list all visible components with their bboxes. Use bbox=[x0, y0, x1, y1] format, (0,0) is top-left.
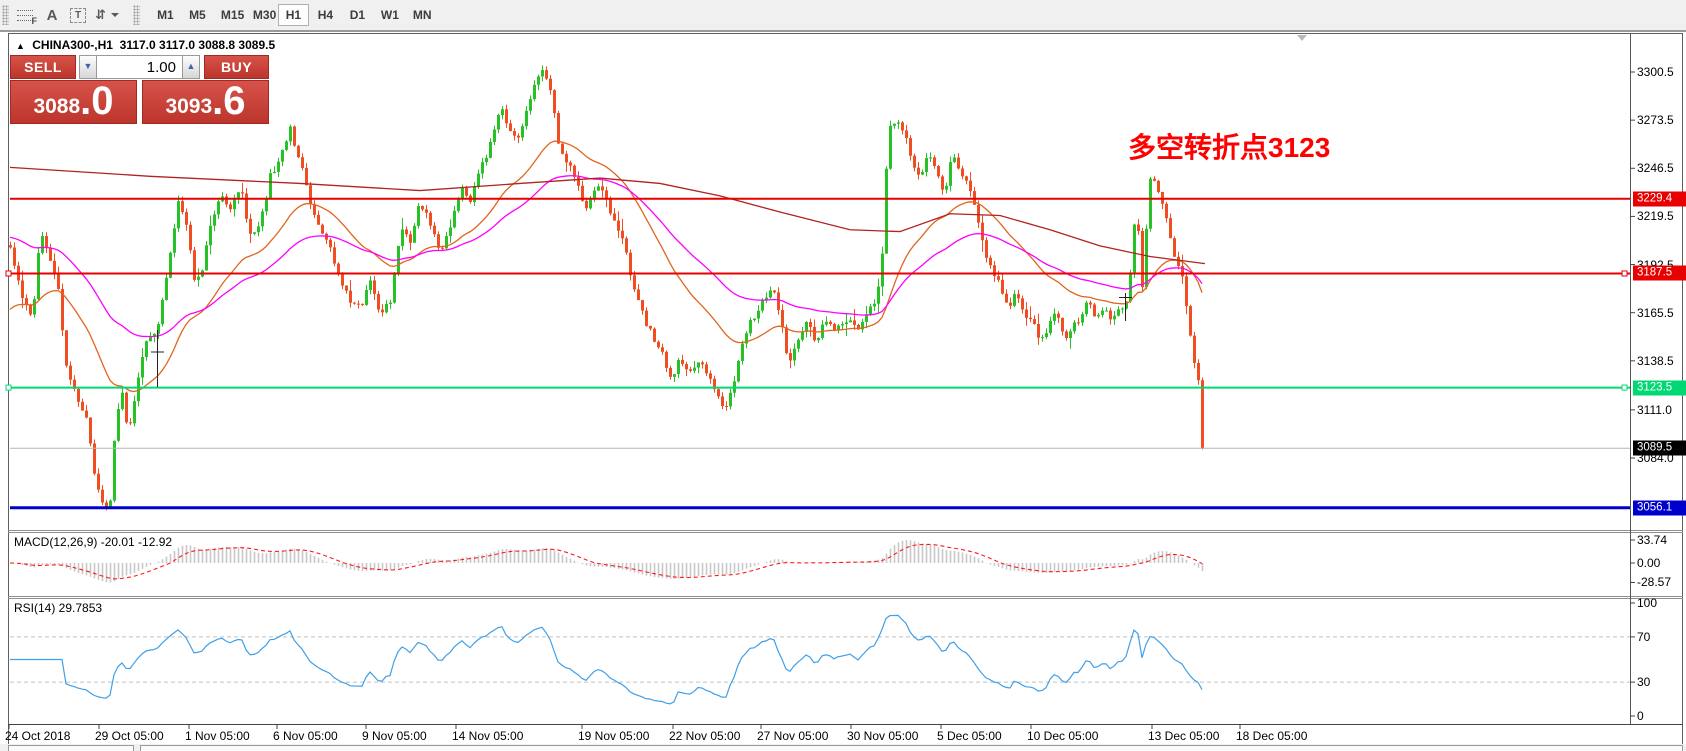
toolbar-grip[interactable] bbox=[2, 5, 9, 25]
fibonacci-retracement-icon: F bbox=[17, 8, 35, 23]
macd-axis-label: 0.00 bbox=[1637, 556, 1660, 570]
time-tick-label: 5 Dec 05:00 bbox=[937, 729, 1002, 743]
macd-signal-line bbox=[10, 544, 1202, 578]
line-endpoint-marker[interactable] bbox=[6, 385, 11, 390]
sell-button[interactable]: SELL bbox=[10, 55, 76, 79]
macd-axis-label: -28.57 bbox=[1637, 575, 1671, 589]
time-tick-label: 22 Nov 05:00 bbox=[669, 729, 740, 743]
time-tick-label: 1 Nov 05:00 bbox=[185, 729, 250, 743]
macd-indicator-label: MACD(12,26,9) -20.01 -12.92 bbox=[14, 535, 172, 549]
price-tick-label: 3219.5 bbox=[1637, 209, 1674, 223]
time-tick-label: 29 Oct 05:00 bbox=[95, 729, 164, 743]
volume-decrease-button[interactable]: ▼ bbox=[79, 55, 97, 79]
arrows-tool-icon: ⇵ bbox=[95, 7, 106, 23]
time-tick-label: 10 Dec 05:00 bbox=[1027, 729, 1098, 743]
price-tick-label: 3273.5 bbox=[1637, 113, 1674, 127]
rsi-axis-label: 30 bbox=[1637, 675, 1650, 689]
timeframe-button-d1[interactable]: D1 bbox=[342, 4, 373, 26]
price-tick-label: 3165.5 bbox=[1637, 306, 1674, 320]
timeframe-bar: M1M5M15M30H1H4D1W1MN bbox=[150, 4, 438, 26]
tab-strip-area bbox=[140, 745, 1683, 751]
time-tick-label: 24 Oct 2018 bbox=[5, 729, 70, 743]
timeframe-button-h1[interactable]: H1 bbox=[278, 4, 309, 26]
timeframe-button-h4[interactable]: H4 bbox=[310, 4, 341, 26]
chart-tab[interactable] bbox=[8, 745, 134, 751]
price-line-badge: 3056.1 bbox=[1633, 500, 1686, 515]
arrows-tool-button[interactable]: ⇵ bbox=[91, 3, 123, 27]
text-label-tool-button[interactable]: T bbox=[65, 3, 91, 27]
time-tick-label: 6 Nov 05:00 bbox=[273, 729, 338, 743]
timeframe-button-mn[interactable]: MN bbox=[406, 4, 437, 26]
dropdown-caret-icon bbox=[111, 13, 119, 17]
sell-price-dec: .0 bbox=[80, 81, 113, 121]
line-endpoint-marker[interactable] bbox=[1622, 271, 1627, 276]
time-tick-label: 18 Dec 05:00 bbox=[1236, 729, 1307, 743]
volume-input[interactable] bbox=[97, 55, 182, 79]
toolbar-grip[interactable] bbox=[133, 5, 140, 25]
timeframe-button-m30[interactable]: M30 bbox=[246, 4, 277, 26]
rsi-axis-label: 70 bbox=[1637, 630, 1650, 644]
one-click-trade-panel: SELL ▼ ▲ BUY 3088 .0 3093 .6 bbox=[10, 55, 269, 124]
price-line-badge: 3187.5 bbox=[1633, 266, 1686, 281]
timeframe-button-m15[interactable]: M15 bbox=[214, 4, 245, 26]
price-line-badge: 3123.5 bbox=[1633, 380, 1686, 395]
price-line-badge: 3229.4 bbox=[1633, 191, 1686, 206]
time-tick-label: 27 Nov 05:00 bbox=[757, 729, 828, 743]
volume-increase-button[interactable]: ▲ bbox=[182, 55, 200, 79]
current-price-badge: 3089.5 bbox=[1633, 441, 1686, 456]
timeframe-button-m1[interactable]: M1 bbox=[150, 4, 181, 26]
price-tick-label: 3111.0 bbox=[1637, 403, 1672, 417]
buy-button[interactable]: BUY bbox=[204, 55, 269, 79]
collapse-triangle-icon[interactable]: ▲ bbox=[16, 41, 25, 51]
macd-axis-label: 33.74 bbox=[1637, 533, 1667, 547]
rsi-indicator-label: RSI(14) 29.7853 bbox=[14, 601, 102, 615]
ohlc-values: 3117.0 3117.0 3088.8 3089.5 bbox=[120, 38, 276, 52]
timeframe-button-m5[interactable]: M5 bbox=[182, 4, 213, 26]
timeframe-button-w1[interactable]: W1 bbox=[374, 4, 405, 26]
buy-price-button[interactable]: 3093 .6 bbox=[142, 80, 269, 124]
line-endpoint-marker[interactable] bbox=[6, 271, 11, 276]
time-tick-label: 9 Nov 05:00 bbox=[362, 729, 427, 743]
fibonacci-tool-button[interactable]: F bbox=[13, 3, 39, 27]
macd-histogram bbox=[11, 540, 1203, 582]
symbol-ohlc-header: ▲ CHINA300-,H1 3117.0 3117.0 3088.8 3089… bbox=[16, 38, 275, 52]
sell-price-int: 3088 bbox=[33, 95, 80, 119]
sell-price-button[interactable]: 3088 .0 bbox=[10, 80, 137, 124]
rsi-axis-label: 0 bbox=[1637, 709, 1644, 723]
price-tick-label: 3300.5 bbox=[1637, 65, 1674, 79]
rsi-line bbox=[10, 615, 1202, 703]
time-tick-label: 30 Nov 05:00 bbox=[847, 729, 918, 743]
price-axis[interactable] bbox=[1631, 34, 1684, 724]
buy-price-int: 3093 bbox=[165, 95, 212, 119]
symbol-label: CHINA300-,H1 bbox=[32, 38, 113, 52]
chart-text-annotation[interactable]: 多空转折点3123 bbox=[1128, 126, 1330, 166]
time-tick-label: 13 Dec 05:00 bbox=[1148, 729, 1219, 743]
top-toolbar: F A T ⇵ M1M5M15M30H1H4D1W1MN bbox=[0, 0, 1686, 32]
line-endpoint-marker[interactable] bbox=[1622, 385, 1627, 390]
text-tool-icon: A bbox=[47, 7, 58, 24]
time-tick-label: 14 Nov 05:00 bbox=[452, 729, 523, 743]
chart-shift-marker-icon bbox=[1297, 35, 1307, 41]
rsi-axis-label: 100 bbox=[1637, 596, 1657, 610]
price-tick-label: 3138.5 bbox=[1637, 354, 1674, 368]
candlestick-series bbox=[9, 65, 1204, 510]
buy-price-dec: .6 bbox=[212, 81, 245, 121]
text-label-tool-icon: T bbox=[70, 8, 86, 23]
text-tool-button[interactable]: A bbox=[39, 3, 65, 27]
price-tick-label: 3246.5 bbox=[1637, 161, 1674, 175]
chart-tab-strip bbox=[0, 744, 1686, 751]
time-tick-label: 19 Nov 05:00 bbox=[578, 729, 649, 743]
